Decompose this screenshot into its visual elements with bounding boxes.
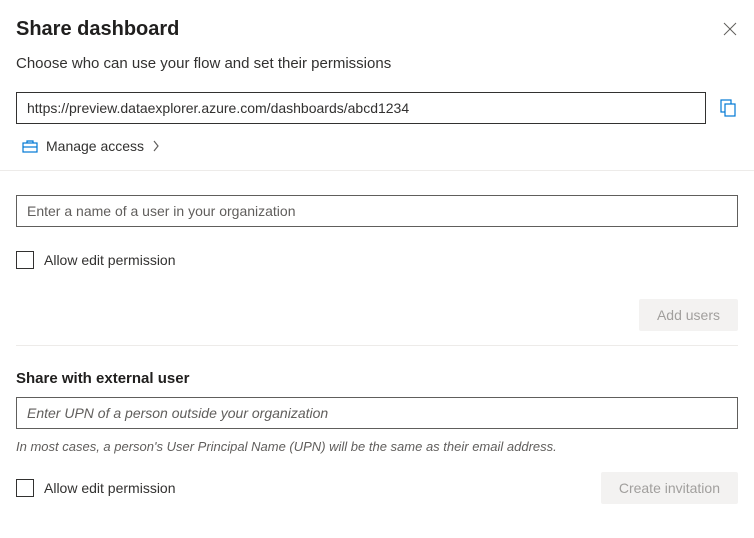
external-section-title: Share with external user: [16, 370, 738, 387]
close-icon: [723, 22, 737, 36]
external-bottom-row: Allow edit permission Create invitation: [16, 472, 738, 504]
briefcase-icon: [22, 139, 38, 153]
external-allow-edit-checkbox[interactable]: [16, 479, 34, 497]
internal-checkbox-row: Allow edit permission: [16, 251, 738, 269]
divider: [16, 345, 738, 346]
dialog-header: Share dashboard: [16, 18, 738, 41]
external-allow-edit-label: Allow edit permission: [44, 480, 176, 496]
manage-access-label: Manage access: [46, 138, 144, 154]
copy-button[interactable]: [718, 98, 738, 118]
chevron-right-icon: [152, 140, 160, 152]
external-hint: In most cases, a person's User Principal…: [16, 439, 738, 454]
internal-button-row: Add users: [16, 299, 738, 331]
internal-allow-edit-checkbox[interactable]: [16, 251, 34, 269]
dashboard-url-input[interactable]: [16, 92, 706, 124]
create-invitation-button[interactable]: Create invitation: [601, 472, 738, 504]
url-row: [16, 92, 738, 124]
manage-access-link[interactable]: Manage access: [16, 138, 738, 154]
add-users-button[interactable]: Add users: [639, 299, 738, 331]
dialog-subtitle: Choose who can use your flow and set the…: [16, 55, 738, 72]
internal-allow-edit-label: Allow edit permission: [44, 252, 176, 268]
dialog-title: Share dashboard: [16, 18, 179, 41]
internal-user-input[interactable]: [16, 195, 738, 227]
external-checkbox-row: Allow edit permission: [16, 479, 176, 497]
close-button[interactable]: [722, 21, 738, 37]
external-user-input[interactable]: [16, 397, 738, 429]
divider: [0, 170, 754, 171]
copy-icon: [720, 99, 736, 117]
